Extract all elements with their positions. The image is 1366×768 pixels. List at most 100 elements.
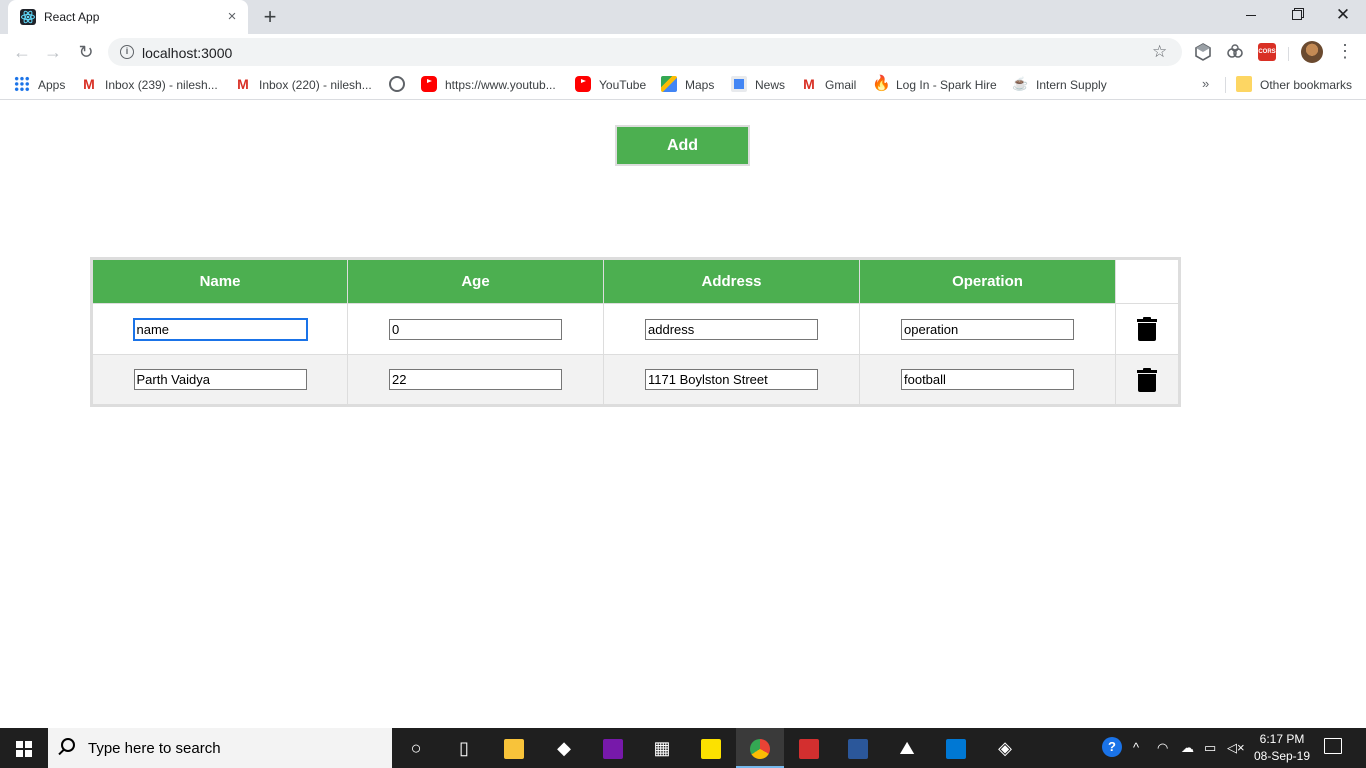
reload-icon[interactable]: ↻ [73,39,99,65]
forward-arrow-icon[interactable]: → [40,39,66,65]
battery-icon[interactable]: ▭ [1204,740,1216,756]
sticky-notes-icon[interactable] [687,728,735,768]
task-view-icon[interactable]: ▯ [440,728,488,768]
bookmark-other[interactable]: Other bookmarks [1236,75,1352,94]
menu-kebab-icon[interactable]: ⋮ [1336,40,1354,64]
tray-chevron-up-icon[interactable]: ^ [1133,740,1139,755]
search-placeholder: Type here to search [88,740,221,757]
new-tab-button[interactable]: + [258,6,282,28]
vscode-icon[interactable] [932,728,980,768]
close-window-button[interactable]: ✕ [1320,0,1366,32]
dropbox-icon[interactable]: ◆ [540,728,588,768]
browser-tab[interactable]: React App × [8,0,248,34]
help-icon[interactable]: ? [1102,737,1122,757]
bookmark-news[interactable]: News [731,75,785,94]
records-table: Name Age Address Operation [90,257,1181,407]
bookmark-inbox-239[interactable]: M Inbox (239) - nilesh... [81,76,218,94]
bookmark-spark-hire[interactable]: 🔥 Log In - Spark Hire [872,74,997,94]
age-input[interactable] [389,318,562,340]
calculator-icon[interactable]: ▦ [638,728,686,768]
onedrive-icon[interactable]: ☁ [1181,740,1194,756]
cup-icon: ☕ [1012,75,1029,91]
url-text[interactable]: localhost:3000 [142,45,232,61]
globe-icon [389,75,405,92]
trash-icon[interactable] [1137,367,1157,392]
header-operation: Operation [859,258,1116,304]
tab-strip: React App × + ✕ [0,0,1366,34]
notification-center-icon[interactable] [1324,738,1342,754]
gmail-icon: M [83,75,95,92]
wifi-icon[interactable]: ◠ [1157,740,1168,756]
word-icon[interactable] [834,728,882,768]
tab-close-icon[interactable]: × [223,8,241,26]
table-row [91,303,1180,355]
header-address: Address [603,258,860,304]
cell-address [603,303,860,355]
extension-cube-icon[interactable] [1194,43,1212,61]
back-arrow-icon[interactable]: ← [9,39,35,65]
bookmarks-separator [1225,77,1226,93]
bookmark-gmail[interactable]: M Gmail [801,76,856,94]
cell-name [91,303,348,355]
cell-delete [1115,354,1180,406]
extension-links-icon[interactable] [1226,43,1244,61]
cell-age [347,303,604,355]
acrobat-icon[interactable] [785,728,833,768]
clock-time: 6:17 PM [1259,732,1305,746]
bookmark-star-icon[interactable]: ☆ [1152,42,1167,62]
trash-icon[interactable] [1137,317,1157,341]
system-clock[interactable]: 6:17 PM 08-Sep-19 [1250,731,1314,765]
cell-age [347,354,604,406]
address-input[interactable] [645,369,818,390]
bookmarks-overflow-icon[interactable]: » [1202,76,1209,91]
search-icon [61,738,75,752]
toolbar-separator [1288,47,1289,61]
bookmark-intern-supply[interactable]: ☕ Intern Supply [1012,76,1107,94]
bookmark-apps[interactable]: Apps [14,75,65,94]
bookmark-youtube[interactable]: YouTube [575,75,646,94]
browser-toolbar: ← → ↻ i localhost:3000 ☆ CORS ⋮ [0,34,1366,70]
folder-icon [1236,75,1252,92]
gmail-icon: M [803,75,815,92]
cortana-icon[interactable]: ○ [392,728,440,768]
restore-window-button[interactable] [1274,0,1320,32]
git-icon[interactable]: ◈ [981,728,1029,768]
bookmark-youtube-link[interactable]: https://www.youtub... [421,75,556,94]
minimize-window-button[interactable] [1228,0,1274,32]
address-input[interactable] [645,318,818,340]
maps-icon [661,75,677,92]
apps-grid-icon [14,75,30,92]
age-input[interactable] [389,369,562,390]
name-input[interactable] [132,317,308,341]
photos-icon[interactable]: ⛰ [883,728,931,768]
taskbar-search[interactable]: Type here to search [48,728,392,768]
windows-logo-icon [16,741,32,757]
address-bar[interactable]: i localhost:3000 ☆ [108,38,1182,66]
profile-avatar[interactable] [1301,41,1323,63]
add-button[interactable]: Add [615,125,750,166]
table-row [91,354,1180,406]
header-age: Age [347,258,604,304]
fire-icon: 🔥 [872,74,891,92]
cell-name [91,354,348,406]
minimize-icon [1246,15,1256,16]
name-input[interactable] [133,369,307,390]
file-explorer-icon[interactable] [490,728,538,768]
start-button[interactable] [0,728,48,768]
cell-address [603,354,860,406]
cors-extension-icon[interactable]: CORS [1258,43,1276,61]
site-info-icon[interactable]: i [120,45,134,59]
chrome-icon[interactable] [736,728,784,768]
onenote-icon[interactable] [589,728,637,768]
volume-muted-icon[interactable]: ◁× [1227,740,1245,756]
operation-input[interactable] [901,369,1074,390]
youtube-icon [575,75,591,92]
bookmark-inbox-220[interactable]: M Inbox (220) - nilesh... [235,76,372,94]
bookmark-globe[interactable] [389,75,413,94]
header-blank [1115,258,1180,304]
tab-title: React App [44,10,100,24]
operation-input[interactable] [901,318,1074,340]
bookmark-maps[interactable]: Maps [661,75,714,94]
header-name: Name [91,258,348,304]
cell-operation [859,303,1116,355]
